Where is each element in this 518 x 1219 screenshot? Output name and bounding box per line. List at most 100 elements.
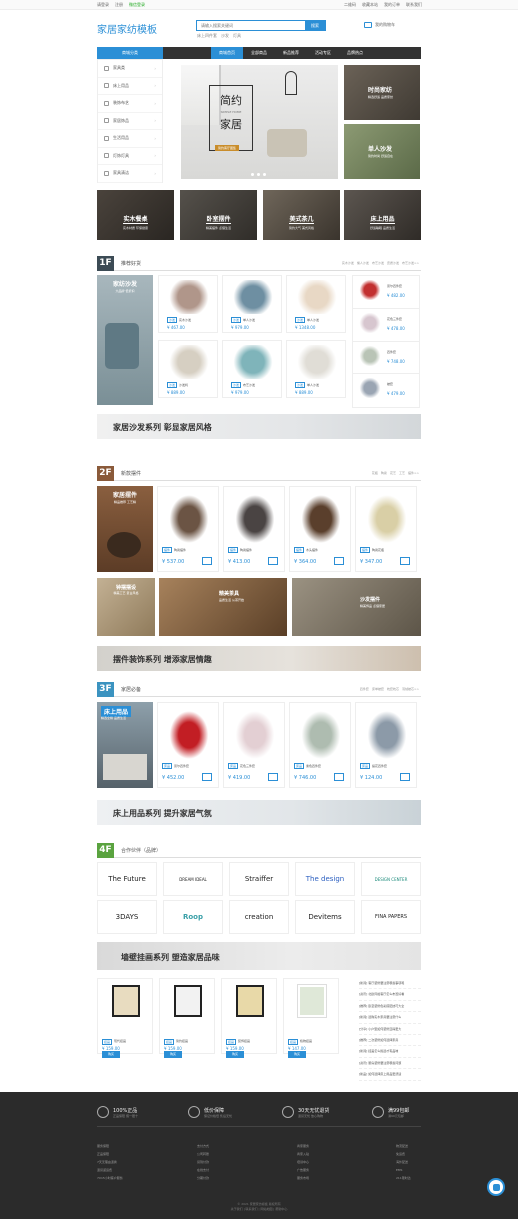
footer-link[interactable]: 正品保障 bbox=[97, 1152, 123, 1160]
news-item[interactable]: [推荐] 卧室装修色彩搭配技巧大全 bbox=[359, 1001, 421, 1013]
footer-link[interactable]: 在线支付 bbox=[197, 1168, 209, 1176]
footer-link[interactable]: 退货返运费 bbox=[97, 1168, 123, 1176]
floor-3-strip-banner[interactable]: 床上用品系列 提升家居气氛 bbox=[97, 800, 421, 825]
brand-logo[interactable]: creation bbox=[229, 900, 289, 934]
add-to-cart-icon[interactable] bbox=[400, 557, 410, 565]
footer-link[interactable]: EMS bbox=[396, 1168, 411, 1176]
product-card[interactable]: 床品 素色四件套 ¥ 746.00 bbox=[289, 702, 351, 788]
floor-2-banner-1[interactable]: 钟摆摆设 精美工艺 复古风格 bbox=[97, 578, 155, 636]
brand-logo[interactable]: DREAM IDEAL bbox=[163, 862, 223, 896]
product-card[interactable]: 沙发 单人沙发 ¥ 889.00 bbox=[286, 340, 346, 398]
floor-link[interactable]: 工艺 bbox=[399, 471, 405, 475]
floor-link[interactable]: 花艺 bbox=[390, 471, 396, 475]
promo-textiles[interactable]: 时尚家纺 精选舒适 品质家纺 bbox=[344, 65, 420, 120]
hot-keyword[interactable]: 灯具 bbox=[233, 33, 241, 39]
floor-1-strip-banner[interactable]: 家居沙发系列 彰显家居风格 bbox=[97, 414, 421, 439]
floor-link[interactable]: 床单被套 bbox=[372, 687, 384, 691]
nav-home[interactable]: 商城首页 bbox=[211, 47, 243, 59]
floor-2-strip-banner[interactable]: 摆件装饰系列 增添家居情趣 bbox=[97, 646, 421, 671]
brand-logo[interactable]: Devitems bbox=[295, 900, 355, 934]
floor-1-hero[interactable]: 家纺沙发 大品牌 低折扣 bbox=[97, 275, 153, 405]
footer-link[interactable]: 物流配送 bbox=[396, 1144, 411, 1152]
news-item[interactable]: [资讯] 北欧风格客厅怎么布置好看 bbox=[359, 989, 421, 1001]
sidebar-item[interactable]: 装饰布艺 › bbox=[98, 95, 162, 113]
add-to-cart-icon[interactable] bbox=[334, 557, 344, 565]
footer-link[interactable]: 服务市场 bbox=[297, 1176, 309, 1184]
sidebar-item[interactable]: 床上用品 › bbox=[98, 78, 162, 95]
login-link[interactable]: 请登录 bbox=[97, 2, 109, 8]
floor-link[interactable]: 布艺沙发 bbox=[372, 261, 384, 265]
footer-link[interactable]: 公司转账 bbox=[197, 1152, 209, 1160]
contact-link[interactable]: 联系我们 bbox=[406, 2, 422, 8]
footer-link[interactable]: 培训中心 bbox=[297, 1160, 309, 1168]
floor-link[interactable]: 花瓶 bbox=[372, 471, 378, 475]
floor-link[interactable]: 实木沙发 bbox=[342, 261, 354, 265]
add-to-cart-icon[interactable] bbox=[400, 773, 410, 781]
mini-banner-3[interactable]: 美式茶几 简约大气 美式风格 bbox=[263, 190, 340, 240]
promo-single-sofa[interactable]: 单人沙发 简约时尚 舒适自在 bbox=[344, 124, 420, 179]
add-to-cart-icon[interactable] bbox=[334, 773, 344, 781]
search-button[interactable]: 搜索 bbox=[305, 21, 325, 30]
news-item[interactable]: [新闻] 挂画怎么挑选才有品味 bbox=[359, 1046, 421, 1058]
news-item[interactable]: [新闻] 选购实木家具要注意什么 bbox=[359, 1012, 421, 1024]
sidebar-item[interactable]: 生活用品 › bbox=[98, 130, 162, 148]
footer-link[interactable]: 分期付款 bbox=[197, 1176, 209, 1184]
product-card[interactable]: 沙发 布艺沙发 ¥ 979.00 bbox=[222, 340, 282, 398]
footer-links[interactable]: 关于我们 | 联系我们 | 网站地图 | 帮助中心 bbox=[0, 1207, 518, 1211]
brand-logo[interactable]: The design bbox=[295, 862, 355, 896]
buy-button[interactable]: 购买 bbox=[102, 1051, 120, 1058]
product-card[interactable]: 沙发 单人沙发 ¥ 1348.00 bbox=[286, 275, 346, 333]
brand-logo[interactable]: The Future bbox=[97, 862, 157, 896]
category-menu-title[interactable]: 商城分类 bbox=[97, 47, 163, 59]
chat-float-button[interactable] bbox=[487, 1178, 505, 1196]
floor-2-hero[interactable]: 家居摆件 精品推荐 工艺精 bbox=[97, 486, 153, 572]
mini-banner-4[interactable]: 床上用品 舒适睡眠 品质生活 bbox=[344, 190, 421, 240]
product-card[interactable]: 摆件 陶瓷花瓶 ¥ 347.00 bbox=[355, 486, 417, 572]
product-card[interactable]: 沙发 实木沙发 ¥ 467.00 bbox=[158, 275, 218, 333]
product-card[interactable]: 挂画 装饰挂画 ¥ 159.00 购买 bbox=[221, 978, 277, 1058]
brand-logo[interactable]: FINA PAPERS bbox=[361, 900, 421, 934]
sidebar-item[interactable]: 灯饰灯具 › bbox=[98, 148, 162, 165]
product-card[interactable]: 沙发 单人沙发 ¥ 979.00 bbox=[222, 275, 282, 333]
news-item[interactable]: [资讯] 厨房装修要注意哪些问题 bbox=[359, 1058, 421, 1070]
product-card[interactable]: 床品 曼尔四件套 ¥ 452.00 bbox=[157, 702, 219, 788]
hot-keyword[interactable]: 床上四件套 bbox=[197, 33, 217, 39]
brand-logo[interactable]: DESIGN CENTER bbox=[361, 862, 421, 896]
floor-link[interactable]: 皮质沙发 bbox=[387, 261, 399, 265]
news-item[interactable]: [新品] 如何选择床上用品更舒适 bbox=[359, 1069, 421, 1081]
sidebar-item[interactable]: 家具清洁 › bbox=[98, 165, 162, 183]
mini-banner-1[interactable]: 实木餐桌 实木材质 环保健康 bbox=[97, 190, 174, 240]
favorite-link[interactable]: 收藏本站 bbox=[362, 2, 378, 8]
footer-link[interactable]: 211限时达 bbox=[396, 1176, 411, 1184]
hot-keyword[interactable]: 沙发 bbox=[221, 33, 229, 39]
product-card[interactable]: 摆件 陶瓷摆件 ¥ 413.00 bbox=[223, 486, 285, 572]
cart-button[interactable]: 我的购物车 bbox=[364, 22, 395, 28]
sidebar-item[interactable]: 家具类 › bbox=[98, 60, 162, 78]
qrcode-link[interactable]: 二维码 bbox=[344, 2, 356, 8]
floor-link[interactable]: 陶瓷 bbox=[381, 471, 387, 475]
footer-link[interactable]: 7X15小时客户服务 bbox=[97, 1176, 123, 1184]
product-card[interactable]: 摆件 木头摆件 ¥ 364.00 bbox=[289, 486, 351, 572]
wechat-login-link[interactable]: 微信登录 bbox=[129, 2, 145, 8]
floor-link[interactable]: 枕套枕芯 bbox=[387, 687, 399, 691]
search-input[interactable] bbox=[197, 21, 305, 30]
floor-link[interactable]: 羽绒被芯>> bbox=[402, 687, 419, 691]
news-item[interactable]: [分享] 小户型如何装修显得更大 bbox=[359, 1024, 421, 1035]
brand-logo[interactable]: Straiffer bbox=[229, 862, 289, 896]
product-card[interactable]: 沙发 沙发椅 ¥ 889.00 bbox=[158, 340, 218, 398]
nav-brand[interactable]: 品牌热点 bbox=[339, 47, 371, 59]
footer-link[interactable]: 7天无理由退换 bbox=[97, 1160, 123, 1168]
nav-all[interactable]: 全部商品 bbox=[243, 47, 275, 59]
footer-link[interactable]: 支付方式 bbox=[197, 1144, 209, 1152]
paint-strip-banner[interactable]: 墙壁挂画系列 塑造家居品味 bbox=[97, 942, 421, 970]
buy-button[interactable]: 购买 bbox=[288, 1051, 306, 1058]
brand-logo[interactable]: Roop bbox=[163, 900, 223, 934]
buy-button[interactable]: 购买 bbox=[164, 1051, 182, 1058]
hero-banner[interactable]: 简约 SIMPLE HOME 家居 简约客厅图集 bbox=[181, 65, 338, 179]
product-card[interactable]: 床品 花色三件套 ¥ 419.00 bbox=[223, 702, 285, 788]
product-card[interactable]: 挂画 现代挂画 ¥ 159.00 购买 bbox=[97, 978, 153, 1058]
floor-2-banner-3[interactable]: 沙发摆件 精美饰品 点缀家居 bbox=[292, 578, 421, 636]
orders-link[interactable]: 我的订单 bbox=[384, 2, 400, 8]
floor-link[interactable]: 摆件>> bbox=[408, 471, 419, 475]
add-to-cart-icon[interactable] bbox=[268, 557, 278, 565]
